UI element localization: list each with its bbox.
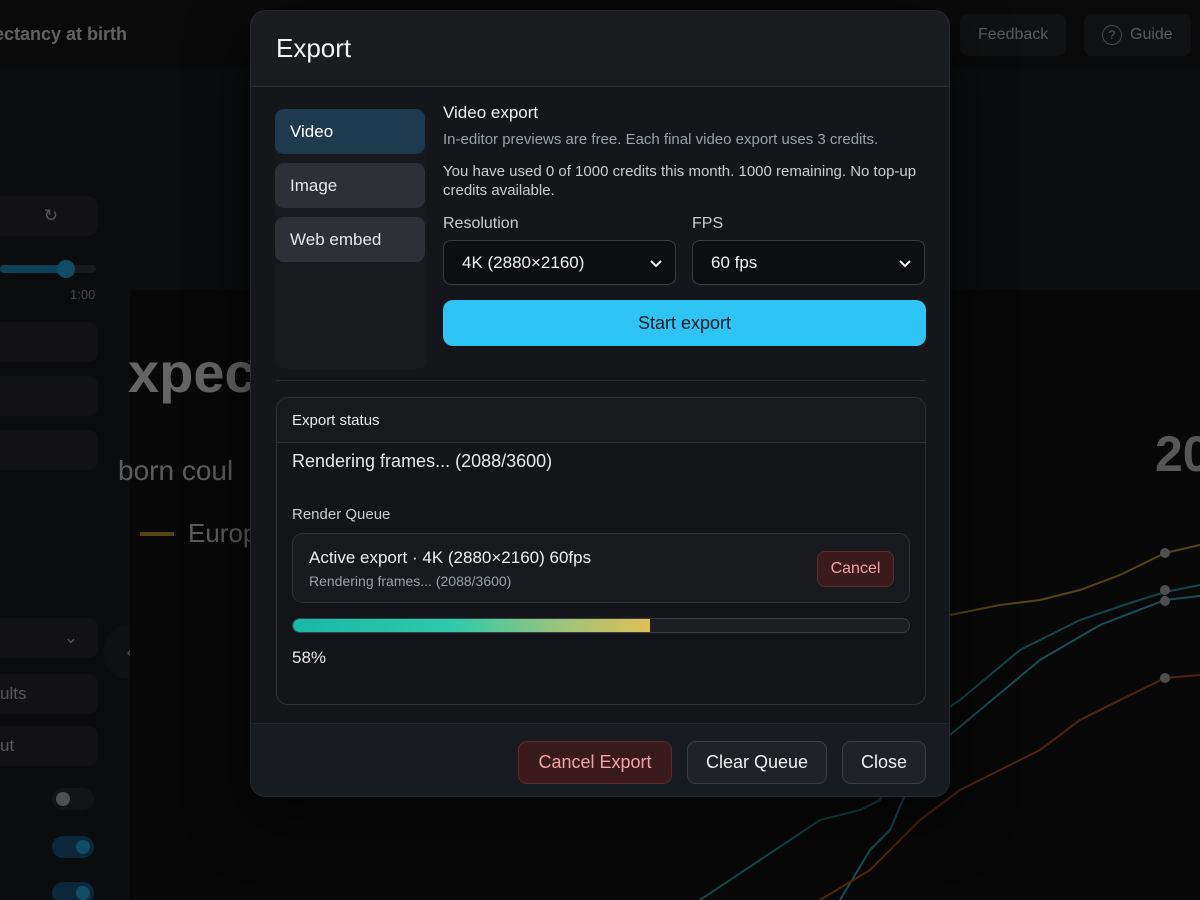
close-button[interactable]: Close — [842, 741, 926, 784]
clear-queue-button[interactable]: Clear Queue — [687, 741, 827, 784]
modal-footer: Cancel Export Clear Queue Close — [251, 723, 949, 796]
series-endpoint — [1160, 596, 1170, 606]
modal-title: Export — [276, 33, 352, 63]
status-header: Export status — [277, 398, 925, 443]
export-status-panel: Export status Rendering frames... (2088/… — [276, 397, 926, 705]
render-queue-label: Render Queue — [292, 506, 391, 523]
series-endpoint — [1160, 673, 1170, 683]
queue-item-subtitle: Rendering frames... (2088/3600) — [309, 573, 512, 589]
queue-item-cancel-button[interactable]: Cancel — [817, 551, 894, 587]
series-endpoint — [1160, 548, 1170, 558]
progress-fill — [293, 619, 651, 632]
export-type-tabs: Video Image Web embed — [275, 109, 427, 369]
tab-image[interactable]: Image — [275, 163, 425, 208]
section-divider — [276, 380, 926, 381]
tab-web-embed[interactable]: Web embed — [275, 217, 425, 262]
progress-bar — [292, 618, 910, 633]
status-title: Export status — [292, 412, 380, 429]
credits-info: You have used 0 of 1000 credits this mon… — [443, 163, 917, 199]
queue-cancel-label: Cancel — [830, 560, 881, 577]
export-modal: Export Video Image Web embed Video expor… — [250, 10, 950, 797]
tab-image-label: Image — [290, 175, 338, 195]
start-export-label: Start export — [637, 312, 732, 333]
modal-header: Export — [251, 11, 949, 87]
chevron-down-icon — [899, 259, 911, 267]
resolution-value: 4K (2880×2160) — [462, 252, 585, 272]
resolution-label: Resolution — [443, 215, 519, 232]
cancel-export-label: Cancel Export — [538, 752, 652, 772]
tab-web-embed-label: Web embed — [290, 229, 382, 249]
progress-percent: 58% — [292, 648, 327, 667]
section-description: In-editor previews are free. Each final … — [443, 131, 879, 148]
fps-value: 60 fps — [711, 252, 758, 272]
clear-queue-label: Clear Queue — [705, 752, 809, 772]
fps-label: FPS — [692, 215, 724, 232]
close-label: Close — [860, 752, 908, 772]
series-endpoint — [1160, 585, 1170, 595]
tab-video-label: Video — [290, 121, 334, 141]
fps-select[interactable]: 60 fps — [692, 240, 925, 285]
start-export-button[interactable]: Start export — [443, 300, 926, 346]
section-title: Video export — [443, 103, 539, 122]
cancel-export-button[interactable]: Cancel Export — [518, 741, 672, 784]
tab-video[interactable]: Video — [275, 109, 425, 154]
queue-item: Active export · 4K (2880×2160) 60fps Ren… — [292, 533, 910, 603]
chevron-down-icon — [650, 259, 662, 267]
resolution-select[interactable]: 4K (2880×2160) — [443, 240, 676, 285]
status-text: Rendering frames... (2088/3600) — [292, 451, 553, 471]
queue-item-title: Active export · 4K (2880×2160) 60fps — [309, 548, 592, 567]
